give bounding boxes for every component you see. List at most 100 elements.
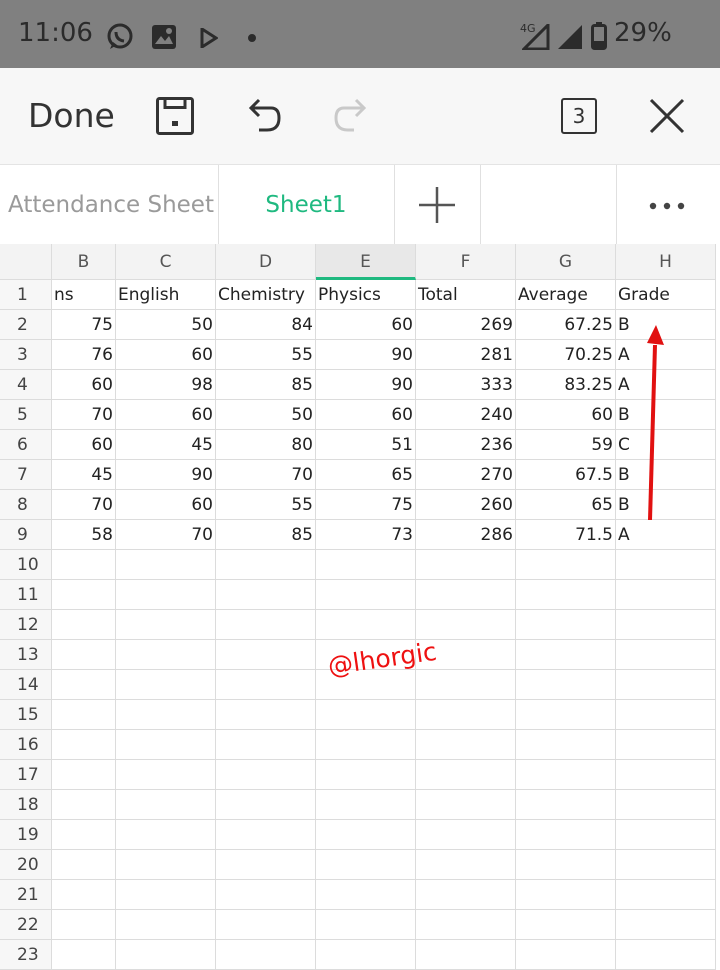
table-cell[interactable]: 60: [116, 490, 216, 520]
table-cell[interactable]: [52, 910, 116, 940]
table-cell[interactable]: [416, 760, 516, 790]
table-cell[interactable]: [416, 880, 516, 910]
table-cell[interactable]: [216, 910, 316, 940]
column-header[interactable]: F: [416, 244, 516, 280]
table-cell[interactable]: [216, 880, 316, 910]
table-cell[interactable]: Grade: [616, 280, 716, 310]
table-cell[interactable]: [416, 580, 516, 610]
table-cell[interactable]: [116, 940, 216, 970]
column-header[interactable]: C: [116, 244, 216, 280]
row-header[interactable]: 12: [0, 610, 52, 640]
row-header[interactable]: 20: [0, 850, 52, 880]
table-cell[interactable]: 85: [216, 520, 316, 550]
table-cell[interactable]: [516, 700, 616, 730]
table-cell[interactable]: 75: [316, 490, 416, 520]
row-header[interactable]: 11: [0, 580, 52, 610]
table-cell[interactable]: 71.5: [516, 520, 616, 550]
table-cell[interactable]: 80: [216, 430, 316, 460]
table-cell[interactable]: ns: [52, 280, 116, 310]
table-cell[interactable]: [416, 940, 516, 970]
tab-sheet1[interactable]: Sheet1: [218, 165, 394, 245]
table-cell[interactable]: [116, 640, 216, 670]
table-cell[interactable]: [116, 700, 216, 730]
table-cell[interactable]: [616, 550, 716, 580]
row-header[interactable]: 8: [0, 490, 52, 520]
table-cell[interactable]: English: [116, 280, 216, 310]
table-cell[interactable]: [52, 850, 116, 880]
undo-icon[interactable]: [245, 96, 283, 134]
table-cell[interactable]: [52, 610, 116, 640]
column-header[interactable]: D: [216, 244, 316, 280]
table-cell[interactable]: [52, 670, 116, 700]
table-cell[interactable]: [216, 940, 316, 970]
table-cell[interactable]: [616, 700, 716, 730]
table-cell[interactable]: [116, 760, 216, 790]
table-cell[interactable]: [516, 640, 616, 670]
table-cell[interactable]: 98: [116, 370, 216, 400]
table-cell[interactable]: 76: [52, 340, 116, 370]
table-cell[interactable]: [616, 760, 716, 790]
table-cell[interactable]: [216, 670, 316, 700]
table-cell[interactable]: [516, 820, 616, 850]
more-options-icon[interactable]: [648, 201, 688, 211]
table-cell[interactable]: 70: [116, 520, 216, 550]
table-cell[interactable]: [116, 580, 216, 610]
table-cell[interactable]: [516, 940, 616, 970]
row-header[interactable]: 15: [0, 700, 52, 730]
row-header[interactable]: 1: [0, 280, 52, 310]
table-cell[interactable]: 58: [52, 520, 116, 550]
table-cell[interactable]: [416, 670, 516, 700]
row-header[interactable]: 9: [0, 520, 52, 550]
close-icon[interactable]: [649, 98, 685, 134]
table-cell[interactable]: [52, 790, 116, 820]
row-header[interactable]: 3: [0, 340, 52, 370]
table-cell[interactable]: [316, 820, 416, 850]
table-cell[interactable]: [52, 820, 116, 850]
table-cell[interactable]: [616, 880, 716, 910]
table-cell[interactable]: 45: [52, 460, 116, 490]
table-cell[interactable]: [416, 850, 516, 880]
table-cell[interactable]: [216, 790, 316, 820]
table-cell[interactable]: [516, 550, 616, 580]
table-cell[interactable]: 50: [216, 400, 316, 430]
table-cell[interactable]: [416, 910, 516, 940]
table-cell[interactable]: 50: [116, 310, 216, 340]
column-header[interactable]: E: [316, 244, 416, 280]
table-cell[interactable]: 73: [316, 520, 416, 550]
row-header[interactable]: 4: [0, 370, 52, 400]
table-cell[interactable]: [116, 790, 216, 820]
table-cell[interactable]: [216, 580, 316, 610]
table-cell[interactable]: [116, 880, 216, 910]
table-cell[interactable]: [616, 640, 716, 670]
redo-icon[interactable]: [332, 96, 370, 134]
table-cell[interactable]: 45: [116, 430, 216, 460]
table-cell[interactable]: [316, 730, 416, 760]
table-cell[interactable]: 70: [52, 400, 116, 430]
table-cell[interactable]: [316, 880, 416, 910]
table-cell[interactable]: [516, 610, 616, 640]
table-cell[interactable]: [416, 730, 516, 760]
table-cell[interactable]: 67.5: [516, 460, 616, 490]
column-header[interactable]: B: [52, 244, 116, 280]
table-cell[interactable]: [316, 790, 416, 820]
table-cell[interactable]: [216, 700, 316, 730]
spreadsheet-grid[interactable]: B C D E F G H 1 ns English Chemistry Physics Total Av…: [0, 244, 720, 970]
table-cell[interactable]: [616, 790, 716, 820]
table-cell[interactable]: [316, 700, 416, 730]
table-cell[interactable]: 333: [416, 370, 516, 400]
select-all-corner[interactable]: [0, 244, 52, 280]
table-cell[interactable]: [52, 550, 116, 580]
table-cell[interactable]: [116, 550, 216, 580]
table-cell[interactable]: [516, 850, 616, 880]
table-cell[interactable]: 55: [216, 490, 316, 520]
table-cell[interactable]: [316, 550, 416, 580]
table-cell[interactable]: 281: [416, 340, 516, 370]
table-cell[interactable]: 70: [52, 490, 116, 520]
row-header[interactable]: 13: [0, 640, 52, 670]
table-cell[interactable]: [216, 850, 316, 880]
done-button[interactable]: Done: [28, 96, 115, 135]
table-cell[interactable]: [516, 880, 616, 910]
row-header[interactable]: 6: [0, 430, 52, 460]
row-header[interactable]: 18: [0, 790, 52, 820]
row-header[interactable]: 10: [0, 550, 52, 580]
